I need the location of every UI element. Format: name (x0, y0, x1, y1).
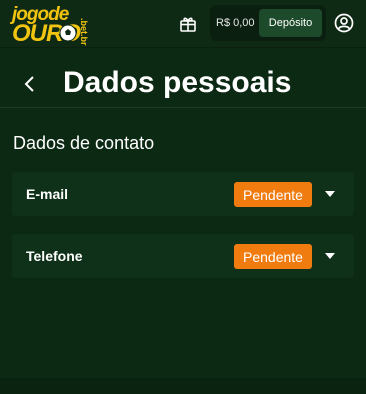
caret-down-icon[interactable] (324, 188, 336, 200)
gift-button[interactable] (177, 13, 199, 35)
wallet-box: R$ 0,00 Depósito (210, 5, 326, 41)
back-button[interactable] (18, 72, 42, 96)
section-title: Dados de contato (13, 133, 155, 153)
deposit-button[interactable]: Depósito (259, 9, 322, 37)
site-logo[interactable]: jogode OURO .bet.br (10, 4, 110, 47)
page-header: Dados pessoais (0, 48, 366, 108)
balance-amount: R$ 0,00 (216, 17, 255, 29)
logo-domain-suffix: .bet.br (79, 18, 89, 46)
user-circle-icon (334, 13, 354, 33)
status-badge: Pendente (234, 244, 312, 269)
contact-row-email[interactable]: E-mail Pendente (12, 172, 354, 216)
contact-label: E-mail (26, 186, 69, 202)
page-title: Dados pessoais (63, 66, 292, 99)
top-bar: jogode OURO .bet.br R$ 0,00 Depósito (0, 0, 366, 48)
status-badge: Pendente (234, 182, 312, 207)
contact-row-phone[interactable]: Telefone Pendente (12, 234, 354, 278)
soccer-ball-icon (59, 24, 77, 42)
user-account-button[interactable] (333, 12, 355, 34)
bottom-strip (0, 378, 366, 394)
gift-icon (180, 17, 196, 32)
contact-label: Telefone (26, 248, 83, 264)
chevron-left-icon (24, 76, 34, 92)
caret-down-icon[interactable] (324, 250, 336, 262)
